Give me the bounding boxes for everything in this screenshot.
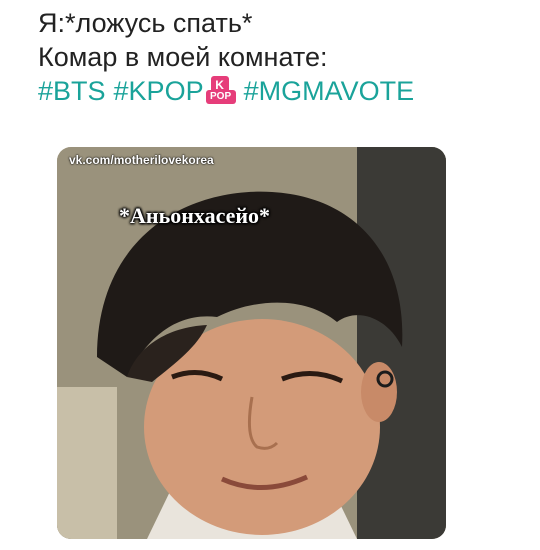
caption-line-1: Я:*ложусь спать* — [38, 8, 253, 38]
meme-photo[interactable]: vk.com/motherilovekorea *Аньонхасейо* — [57, 147, 446, 539]
speech-caption: *Аньонхасейо* — [119, 203, 271, 228]
kpop-badge-icon: K POP — [205, 76, 236, 106]
kpop-badge-pop: POP — [205, 90, 236, 104]
hashtag-bts[interactable]: #BTS — [38, 74, 106, 108]
hashtag-row: #BTS #KPOP K POP #MGMAVOTE — [38, 74, 528, 108]
post-caption: Я:*ложусь спать* Комар в моей комнате: #… — [38, 6, 528, 108]
watermark-url: vk.com/motherilovekorea — [69, 153, 214, 167]
hashtag-kpop[interactable]: #KPOP — [114, 74, 204, 108]
caption-line-2: Комар в моей комнате: — [38, 42, 328, 72]
hashtag-mgmavote[interactable]: #MGMAVOTE — [244, 74, 415, 108]
